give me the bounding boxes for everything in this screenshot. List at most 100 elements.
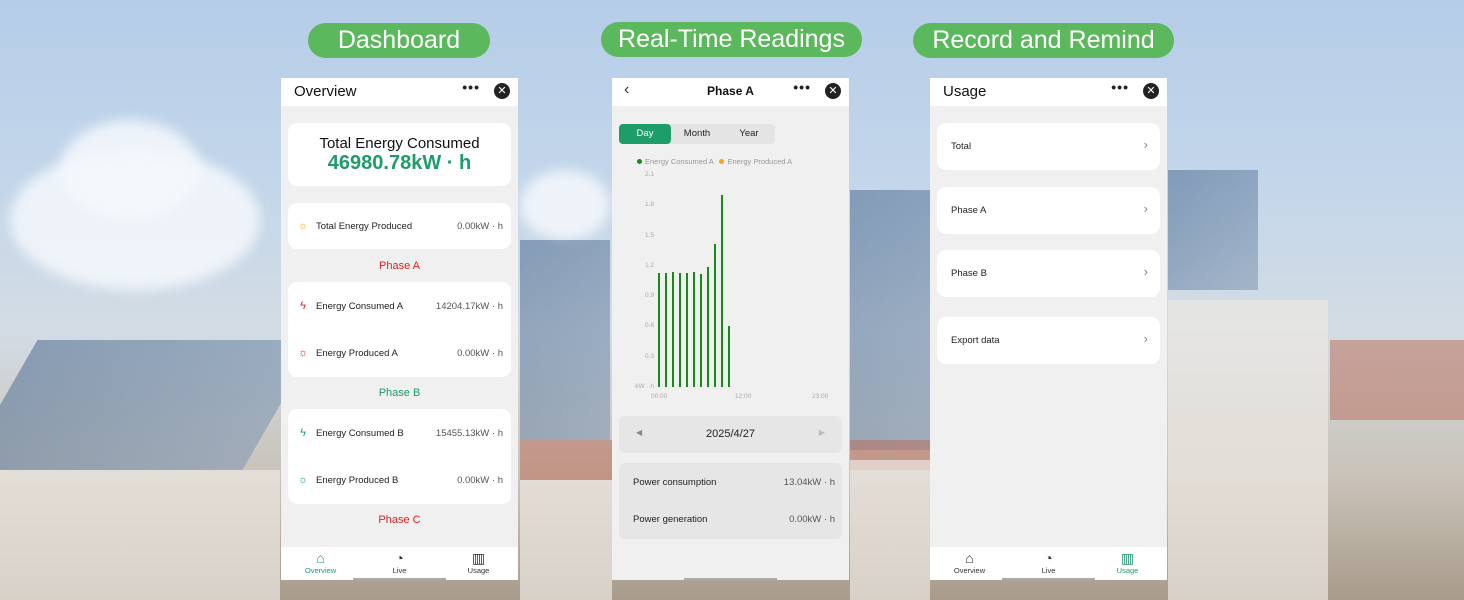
total-consumed-value: 46980.78kW · h <box>327 152 472 174</box>
legend-dot-produced <box>719 159 725 164</box>
page-title: Usage <box>943 83 987 100</box>
usage-item-phase-b[interactable]: Phase B › <box>937 250 1160 297</box>
total-produced-card[interactable]: ☼ Total Energy Produced 0.00kW · h <box>288 203 511 249</box>
y-tick-label: 1.5 <box>644 231 654 239</box>
legend-consumed: Energy Consumed A <box>645 157 714 166</box>
segment-year[interactable]: Year <box>723 124 775 144</box>
realtime-label: Real-Time Readings <box>601 22 862 57</box>
item-label: Phase B <box>951 268 987 279</box>
next-date-button[interactable]: ▶ <box>819 428 825 437</box>
tab-label: Live <box>1041 566 1056 575</box>
tab-live[interactable]: ◔ Live <box>1009 547 1088 580</box>
usage-item-total[interactable]: Total › <box>937 123 1160 170</box>
y-tick-label: 0.9 <box>644 292 654 300</box>
y-tick-label: 0.6 <box>644 322 654 330</box>
header: ‹ Phase A ••• ✕ <box>612 78 849 106</box>
close-button[interactable]: ✕ <box>1143 83 1159 99</box>
row-value: 15455.13kW · h <box>435 427 503 439</box>
bar-consumed <box>706 266 710 387</box>
phase-b-card: ϟ Energy Consumed B 15455.13kW · h ☼ Energy… <box>288 409 511 504</box>
bar-consumed <box>699 273 703 387</box>
phase-a-card: ϟ Energy Consumed A 14204.17kW · h ☼ Energy… <box>288 282 511 377</box>
close-button[interactable]: ✕ <box>494 83 510 99</box>
chart-icon: ▥ <box>1120 550 1135 566</box>
row-label: Energy Produced A <box>316 347 398 359</box>
bar-consumed <box>671 271 675 387</box>
gauge-icon: ◔ <box>395 550 404 566</box>
phase-a-heading: Phase A <box>379 260 420 272</box>
row-label: Energy Produced B <box>316 474 399 486</box>
list-item[interactable]: ☼ Energy Produced A 0.00kW · h <box>288 343 511 363</box>
lightning-icon: ϟ <box>300 427 306 439</box>
tab-label: Live <box>392 566 407 575</box>
tab-label: Usage <box>467 566 490 575</box>
tab-usage[interactable]: ▥ Usage <box>1088 547 1167 580</box>
phase-c-heading: Phase C <box>378 514 421 526</box>
row-value: 0.00kW · h <box>457 347 503 359</box>
y-tick-label: 2.1 <box>644 171 654 178</box>
y-tick-label: 1.8 <box>644 201 654 209</box>
record-label: Record and Remind <box>913 23 1174 58</box>
home-indicator <box>1002 578 1095 580</box>
power-generation-label: Power generation <box>633 513 708 525</box>
lightning-icon: ϟ <box>300 300 306 312</box>
more-button[interactable]: ••• <box>793 79 811 95</box>
bar-consumed <box>678 272 682 387</box>
gauge-icon: ◔ <box>1044 550 1053 566</box>
page-title: Phase A <box>707 84 754 98</box>
total-produced-label: Total Energy Produced <box>316 220 413 232</box>
more-button[interactable]: ••• <box>1111 79 1129 95</box>
usage-item-export[interactable]: Export data › <box>937 317 1160 364</box>
tab-overview[interactable]: ⌂ Overview <box>930 547 1009 580</box>
tab-overview[interactable]: ⌂ Overview <box>281 547 360 580</box>
more-button[interactable]: ••• <box>462 79 480 95</box>
bar-consumed <box>657 272 661 387</box>
sun-icon: ☼ <box>297 474 309 486</box>
x-tick-label: 00:00 <box>651 393 668 400</box>
sun-icon: ☼ <box>297 220 309 232</box>
list-item[interactable]: ϟ Energy Consumed A 14204.17kW · h <box>288 296 511 316</box>
chevron-right-icon: › <box>1143 331 1148 346</box>
item-label: Export data <box>951 335 1000 346</box>
legend-produced: Energy Produced A <box>727 157 793 166</box>
total-consumed-card: Total Energy Consumed 46980.78kW · h <box>288 123 511 186</box>
tab-label: Usage <box>1116 566 1139 575</box>
y-tick-label: 0.3 <box>644 352 654 360</box>
power-consumption-label: Power consumption <box>633 476 717 488</box>
sun-icon: ☼ <box>297 347 309 359</box>
header: Overview ••• ✕ <box>281 78 518 106</box>
page-title: Overview <box>294 83 357 100</box>
segment-day[interactable]: Day <box>619 124 671 144</box>
segment-month[interactable]: Month <box>671 124 723 144</box>
home-icon: ⌂ <box>965 550 974 566</box>
usage-item-phase-a[interactable]: Phase A › <box>937 187 1160 234</box>
chevron-right-icon: › <box>1143 264 1148 279</box>
row-label: Energy Consumed B <box>316 427 404 439</box>
period-selector: Day Month Year <box>619 124 775 144</box>
item-label: Total <box>951 141 972 152</box>
power-generation-value: 0.00kW · h <box>789 513 835 525</box>
date-navigator: ◀ 2025/4/27 ▶ <box>619 416 842 453</box>
tab-bar: ⌂ Overview ◔ Live ▥ Usage <box>930 547 1167 580</box>
y-tick-label: 1.2 <box>644 261 654 269</box>
tab-live[interactable]: ◔ Live <box>360 547 439 580</box>
home-indicator <box>353 578 446 580</box>
chart-legend: Energy Consumed A Energy Produced A <box>637 157 792 166</box>
tab-label: Overview <box>953 566 986 575</box>
chevron-right-icon: › <box>1143 201 1148 216</box>
bar-consumed <box>664 272 668 387</box>
live-screen: ‹ Phase A ••• ✕ Day Month Year Energy Co… <box>612 78 849 580</box>
x-tick-label: 12:00 <box>735 393 752 400</box>
close-button[interactable]: ✕ <box>825 83 841 99</box>
bar-consumed <box>713 243 717 387</box>
tab-usage[interactable]: ▥ Usage <box>439 547 518 580</box>
bar-consumed <box>692 271 696 387</box>
list-item[interactable]: ☼ Energy Produced B 0.00kW · h <box>288 470 511 490</box>
list-item[interactable]: ϟ Energy Consumed B 15455.13kW · h <box>288 423 511 443</box>
tab-bar: ⌂ Overview ◔ Live ▥ Usage <box>281 547 518 580</box>
tab-label: Overview <box>304 566 337 575</box>
total-produced-value: 0.00kW · h <box>457 220 503 232</box>
row-label: Energy Consumed A <box>316 300 404 312</box>
home-indicator <box>684 578 777 580</box>
x-tick-label: 23:00 <box>812 393 829 400</box>
